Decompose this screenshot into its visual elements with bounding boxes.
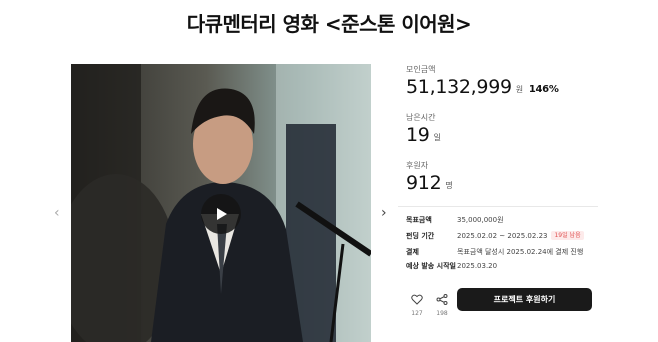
info-value: 2025.03.20 xyxy=(457,262,498,270)
play-button[interactable] xyxy=(201,194,241,234)
info-value: 35,000,000원 xyxy=(457,216,504,224)
info-key: 예상 발송 시작일 xyxy=(406,262,456,270)
heart-icon xyxy=(411,294,423,305)
backers-label: 후원자 xyxy=(406,161,429,170)
like-button[interactable]: 127 xyxy=(405,290,429,317)
info-key: 펀딩 기간 xyxy=(406,232,435,240)
days-left-badge: 19일 남음 xyxy=(551,231,584,240)
funding-unit: 원 xyxy=(515,85,523,94)
backers-value: 912 xyxy=(406,172,442,194)
chevron-right-icon[interactable]: › xyxy=(381,206,387,220)
share-icon xyxy=(436,294,448,305)
info-value: 목표금액 달성시 2025.02.24에 결제 진행 xyxy=(457,248,584,256)
back-project-button[interactable]: 프로젝트 후원하기 xyxy=(457,288,592,311)
funding-label: 모인금액 xyxy=(406,65,436,74)
time-left-value: 19 xyxy=(406,124,430,146)
info-key: 목표금액 xyxy=(406,216,432,224)
time-left-label: 남은시간 xyxy=(406,113,436,122)
share-button[interactable]: 198 xyxy=(430,290,454,317)
backers-unit: 명 xyxy=(445,181,453,190)
info-value: 2025.02.02 ~ 2025.02.23 xyxy=(457,232,548,240)
page-title: 다큐멘터리 영화 <준스톤 이어원> xyxy=(186,12,472,36)
funding-amount: 51,132,999 원 146% xyxy=(406,76,559,98)
like-count: 127 xyxy=(411,310,423,317)
info-value-wrap: 2025.02.02 ~ 2025.02.23 19일 남음 xyxy=(457,230,584,242)
funding-value: 51,132,999 xyxy=(406,76,512,98)
play-icon xyxy=(217,208,227,220)
chevron-left-icon[interactable]: ‹ xyxy=(54,206,60,220)
share-count: 198 xyxy=(436,310,448,317)
info-key: 결제 xyxy=(406,248,419,256)
stats-divider xyxy=(398,206,598,207)
funding-percent: 146% xyxy=(528,84,559,95)
time-left-unit: 일 xyxy=(433,133,441,142)
time-left: 19 일 xyxy=(406,124,441,146)
backers: 912 명 xyxy=(406,172,453,194)
